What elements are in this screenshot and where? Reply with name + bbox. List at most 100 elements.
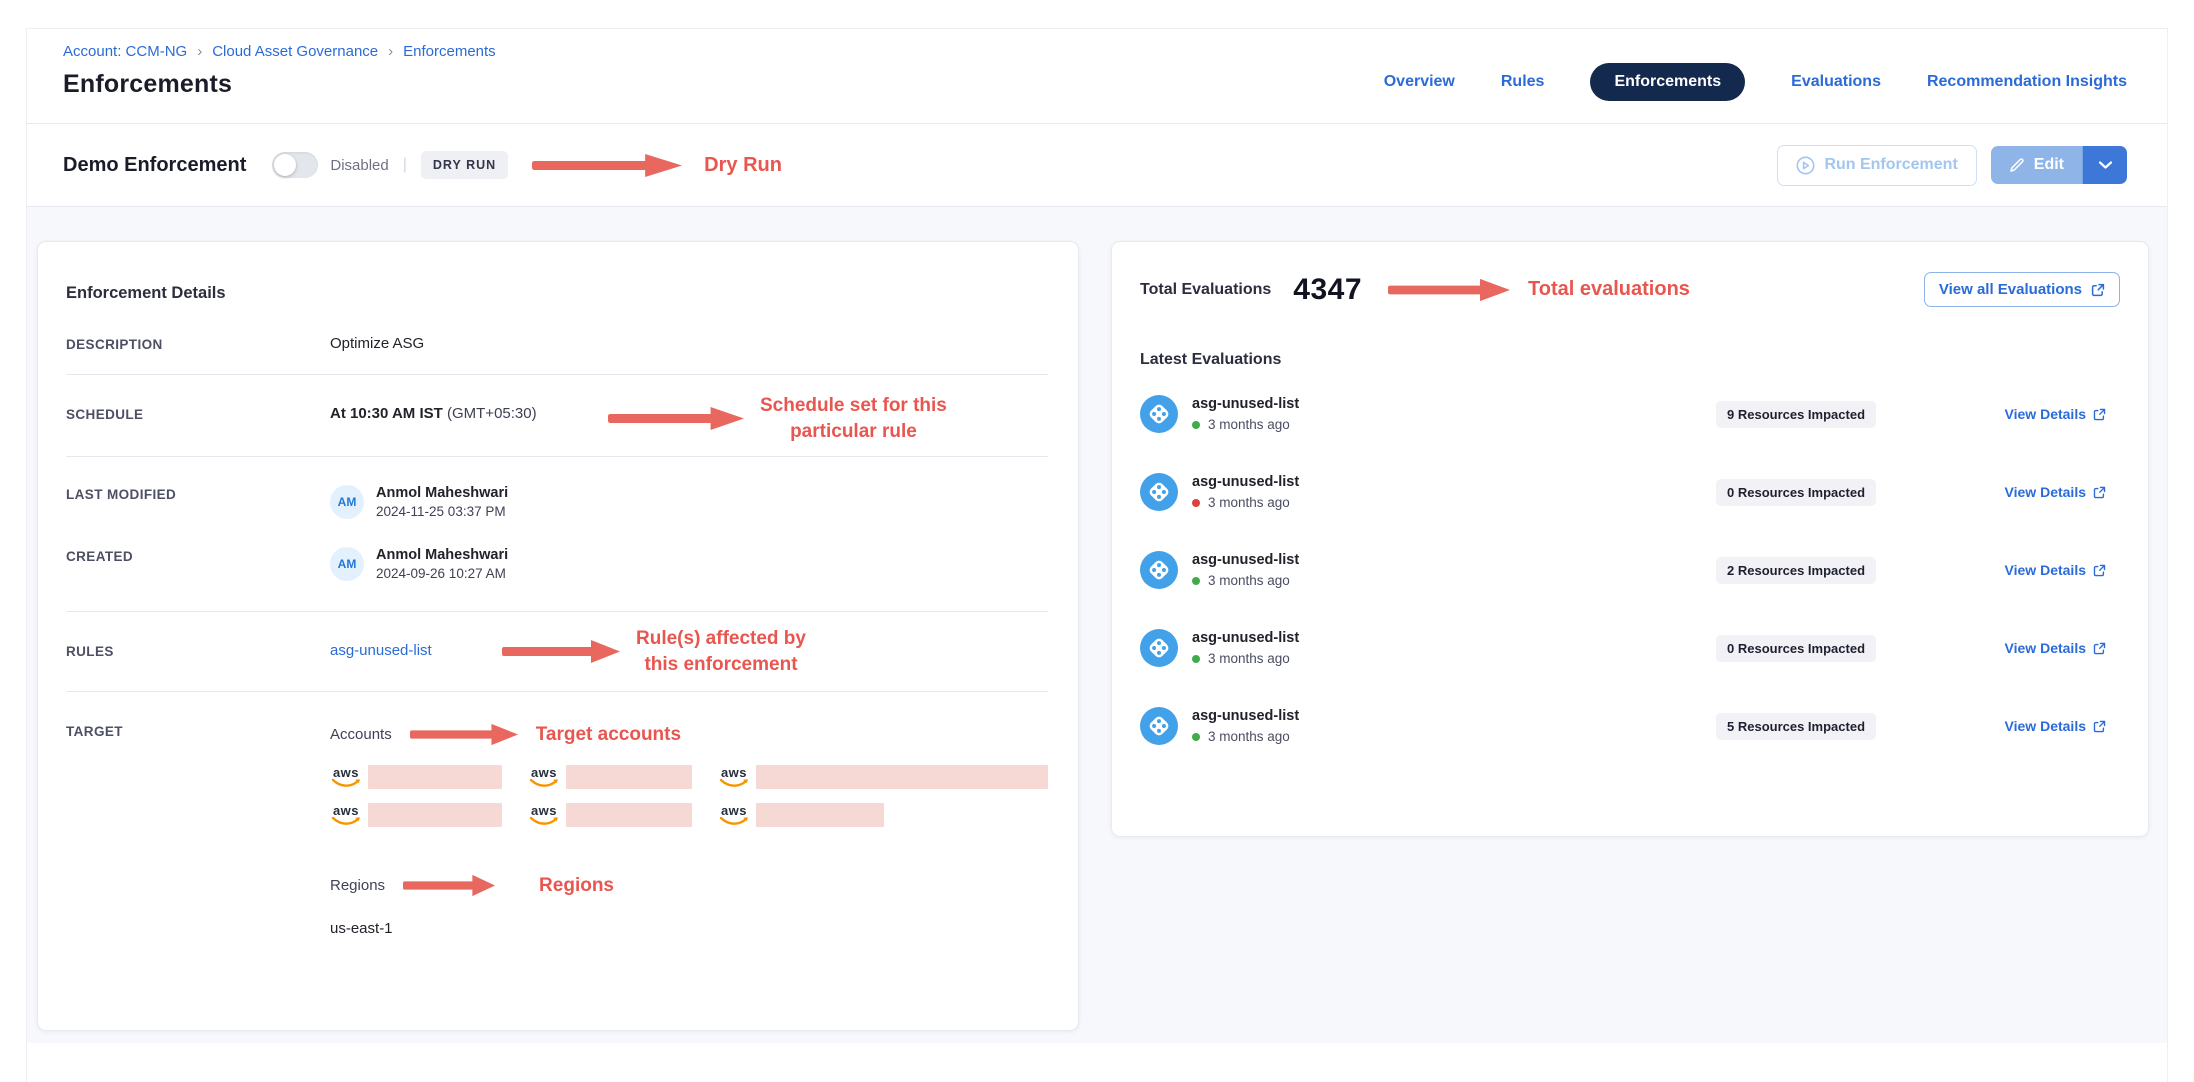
external-link-icon bbox=[2093, 642, 2106, 655]
target-label: TARGET bbox=[66, 722, 330, 739]
created-user: Anmol Maheshwari bbox=[376, 547, 508, 563]
evaluation-rule-name: asg-unused-list bbox=[1192, 396, 1522, 412]
enabled-toggle[interactable] bbox=[272, 152, 318, 178]
view-details-link[interactable]: View Details bbox=[2005, 484, 2106, 500]
schedule-annotation: Schedule set for thisparticular rule bbox=[608, 393, 947, 444]
rule-link[interactable]: asg-unused-list bbox=[330, 642, 432, 659]
redacted-account-name bbox=[368, 803, 502, 827]
view-details-link[interactable]: View Details bbox=[2005, 406, 2106, 422]
annotation-arrow-icon bbox=[410, 722, 518, 747]
rules-label: RULES bbox=[66, 642, 330, 659]
annotation-total-evaluations: Total evaluations bbox=[1528, 278, 1690, 301]
breadcrumb-enforcements[interactable]: Enforcements bbox=[403, 43, 496, 60]
tab-rules[interactable]: Rules bbox=[1501, 73, 1545, 91]
edit-button[interactable]: Edit bbox=[1991, 146, 2083, 184]
breadcrumb: Account: CCM-NG › Cloud Asset Governance… bbox=[63, 43, 496, 60]
edit-dropdown-button[interactable] bbox=[2083, 146, 2127, 184]
tab-evaluations[interactable]: Evaluations bbox=[1791, 73, 1881, 91]
tab-overview[interactable]: Overview bbox=[1384, 73, 1455, 91]
page-header: Account: CCM-NG › Cloud Asset Governance… bbox=[27, 29, 2167, 123]
target-account-item: aws bbox=[528, 803, 692, 827]
redacted-account-name bbox=[368, 765, 502, 789]
avatar: AM bbox=[330, 547, 364, 581]
evaluation-row: asg-unused-list 3 months ago 0 Resources… bbox=[1140, 629, 2120, 667]
aws-logo-icon: aws bbox=[330, 767, 362, 789]
pencil-icon bbox=[2009, 157, 2025, 173]
enforcement-bar: Demo Enforcement Disabled | DRY RUN Dry … bbox=[27, 123, 2167, 207]
view-details-link[interactable]: View Details bbox=[2005, 718, 2106, 734]
breadcrumb-governance[interactable]: Cloud Asset Governance bbox=[212, 43, 378, 60]
view-all-label: View all Evaluations bbox=[1939, 281, 2082, 298]
aws-logo-icon: aws bbox=[718, 805, 750, 827]
run-enforcement-label: Run Enforcement bbox=[1824, 156, 1957, 174]
content-area: Enforcement Details DESCRIPTION Optimize… bbox=[27, 207, 2167, 1043]
run-enforcement-button[interactable]: Run Enforcement bbox=[1777, 145, 1976, 186]
target-row: TARGET Accounts Target accounts aws aws bbox=[66, 692, 1048, 959]
enforcement-name: Demo Enforcement bbox=[63, 154, 246, 177]
rule-policy-icon bbox=[1140, 551, 1178, 589]
aws-logo-icon: aws bbox=[718, 767, 750, 789]
details-card-title: Enforcement Details bbox=[66, 284, 1048, 303]
evaluation-row: asg-unused-list 3 months ago 9 Resources… bbox=[1140, 395, 2120, 433]
description-value: Optimize ASG bbox=[330, 335, 424, 352]
total-evaluations-value: 4347 bbox=[1293, 273, 1362, 307]
app-frame: Account: CCM-NG › Cloud Asset Governance… bbox=[26, 28, 2168, 1082]
external-link-icon bbox=[2093, 486, 2106, 499]
annotation-regions: Regions bbox=[539, 875, 614, 897]
last-modified-row: LAST MODIFIED AM Anmol Maheshwari 2024-1… bbox=[66, 457, 1048, 531]
view-details-link[interactable]: View Details bbox=[2005, 640, 2106, 656]
chevron-right-icon: › bbox=[388, 43, 393, 60]
schedule-timezone: (GMT+05:30) bbox=[447, 405, 537, 422]
annotation-arrow-icon bbox=[608, 405, 744, 432]
target-account-item: aws bbox=[718, 803, 884, 827]
created-date: 2024-09-26 10:27 AM bbox=[376, 566, 508, 581]
target-account-item: aws bbox=[528, 765, 692, 789]
edit-label: Edit bbox=[2034, 156, 2064, 174]
view-all-evaluations-button[interactable]: View all Evaluations bbox=[1924, 272, 2120, 307]
toggle-state-label: Disabled bbox=[330, 157, 388, 174]
evaluation-rule-name: asg-unused-list bbox=[1192, 474, 1522, 490]
aws-logo-icon: aws bbox=[528, 767, 560, 789]
schedule-row: SCHEDULE At 10:30 AM IST (GMT+05:30) Sch… bbox=[66, 375, 1048, 457]
view-details-link[interactable]: View Details bbox=[2005, 562, 2106, 578]
last-modified-user: Anmol Maheshwari bbox=[376, 485, 508, 501]
tab-enforcements[interactable]: Enforcements bbox=[1590, 63, 1745, 101]
evaluation-time: 3 months ago bbox=[1208, 651, 1290, 666]
target-accounts-grid: aws aws aws aws aws aws bbox=[330, 765, 1048, 827]
aws-logo-icon: aws bbox=[528, 805, 560, 827]
evaluation-time: 3 months ago bbox=[1208, 495, 1290, 510]
annotation-dry-run: Dry Run bbox=[704, 154, 782, 177]
redacted-account-name bbox=[566, 765, 692, 789]
status-dot bbox=[1192, 733, 1200, 741]
external-link-icon bbox=[2093, 720, 2106, 733]
breadcrumb-account[interactable]: Account: CCM-NG bbox=[63, 43, 187, 60]
evaluation-rule-name: asg-unused-list bbox=[1192, 630, 1522, 646]
evaluation-row: asg-unused-list 3 months ago 0 Resources… bbox=[1140, 473, 2120, 511]
status-dot bbox=[1192, 421, 1200, 429]
evaluation-time: 3 months ago bbox=[1208, 417, 1290, 432]
evaluation-rule-name: asg-unused-list bbox=[1192, 708, 1522, 724]
evaluations-card: Total Evaluations 4347 Total evaluations… bbox=[1111, 241, 2149, 837]
annotation-arrow-icon bbox=[1388, 277, 1510, 303]
chevron-down-icon bbox=[2098, 160, 2113, 170]
resources-impacted-badge: 0 Resources Impacted bbox=[1716, 635, 1876, 662]
schedule-value: At 10:30 AM IST bbox=[330, 405, 443, 422]
evaluation-rule-name: asg-unused-list bbox=[1192, 552, 1522, 568]
tab-recommendation-insights[interactable]: Recommendation Insights bbox=[1927, 73, 2127, 91]
resources-impacted-badge: 9 Resources Impacted bbox=[1716, 401, 1876, 428]
evaluation-time: 3 months ago bbox=[1208, 573, 1290, 588]
page-title: Enforcements bbox=[63, 70, 496, 99]
evaluation-list: asg-unused-list 3 months ago 9 Resources… bbox=[1140, 395, 2120, 745]
last-modified-label: LAST MODIFIED bbox=[66, 485, 330, 502]
status-dot bbox=[1192, 577, 1200, 585]
avatar: AM bbox=[330, 485, 364, 519]
enforcement-details-card: Enforcement Details DESCRIPTION Optimize… bbox=[37, 241, 1079, 1031]
external-link-icon bbox=[2091, 283, 2105, 297]
target-account-item: aws bbox=[330, 765, 502, 789]
rule-policy-icon bbox=[1140, 395, 1178, 433]
tab-bar: Overview Rules Enforcements Evaluations Reco… bbox=[1384, 63, 2127, 101]
target-account-item: aws bbox=[718, 765, 1048, 789]
last-modified-date: 2024-11-25 03:37 PM bbox=[376, 504, 508, 519]
dry-run-annotation: Dry Run bbox=[532, 152, 782, 179]
evaluation-time: 3 months ago bbox=[1208, 729, 1290, 744]
